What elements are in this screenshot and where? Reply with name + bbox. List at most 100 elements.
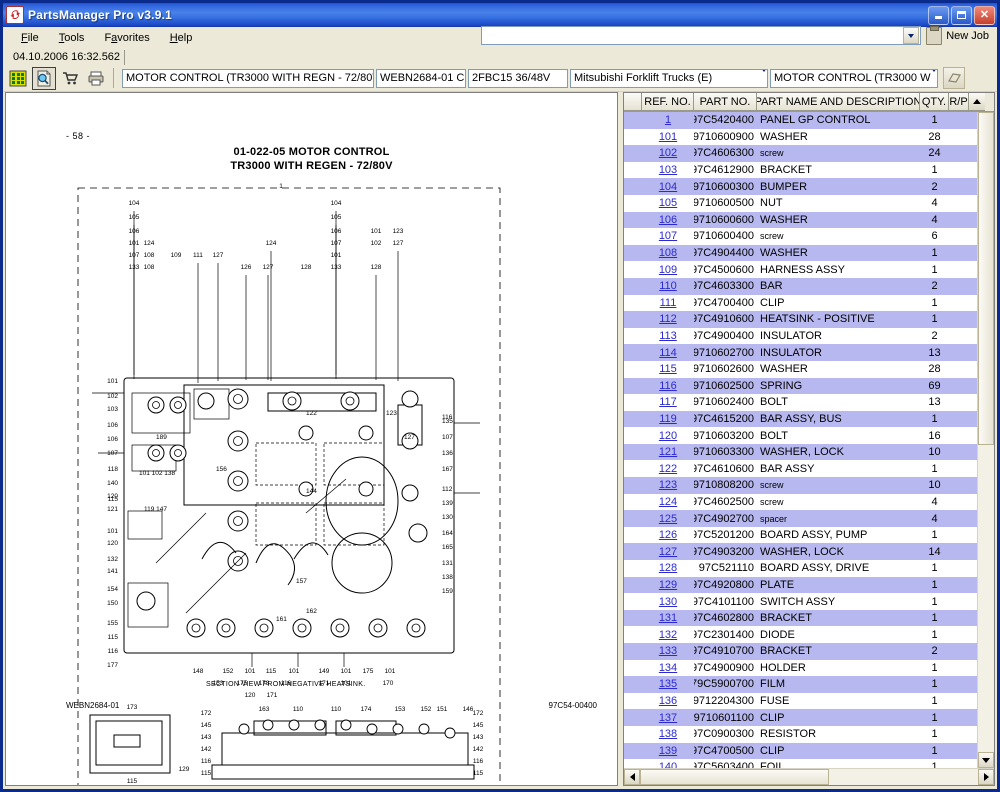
global-search-dropdown-button[interactable]: [903, 27, 920, 44]
cell-ref-no[interactable]: 119: [642, 411, 694, 428]
hscroll-track[interactable]: [640, 769, 978, 785]
table-row[interactable]: 134 97C4900900 HOLDER 1: [624, 660, 977, 677]
table-row[interactable]: 103 97C4612900 BRACKET 1: [624, 162, 977, 179]
cell-ref-no[interactable]: 116: [642, 378, 694, 395]
crumb-model[interactable]: 2FBC15 36/48V: [468, 68, 568, 88]
vscroll-thumb[interactable]: [978, 112, 994, 445]
table-row[interactable]: 120 9710603200 BOLT 16: [624, 427, 977, 444]
table-row[interactable]: 101 9710600900 WASHER 28: [624, 129, 977, 146]
cell-ref-no[interactable]: 137: [642, 709, 694, 726]
cell-ref-no[interactable]: 120: [642, 427, 694, 444]
table-row[interactable]: 119 97C4615200 BAR ASSY, BUS 1: [624, 410, 977, 428]
table-row[interactable]: 131 97C4602800 BRACKET 1: [624, 609, 977, 627]
crumb-assembly[interactable]: MOTOR CONTROL (TR3000 WITH REGN - 72/80V…: [122, 68, 374, 88]
column-header-part-no[interactable]: PART NO.: [694, 93, 757, 111]
table-row[interactable]: 129 97C4920800 PLATE 1: [624, 576, 977, 594]
cell-ref-no[interactable]: 135: [642, 676, 694, 693]
cell-ref-no[interactable]: 134: [642, 660, 694, 677]
shopping-cart-button[interactable]: [58, 67, 82, 90]
table-row[interactable]: 123 9710808200 screw 10: [624, 477, 977, 494]
table-row[interactable]: 137 9710601100 CLIP 1: [624, 709, 977, 726]
table-row[interactable]: 140 97C5603400 FOIL 1: [624, 759, 977, 768]
column-header-rp[interactable]: R/P: [949, 93, 969, 111]
table-row[interactable]: 115 9710602600 WASHER 28: [624, 361, 977, 378]
cell-ref-no[interactable]: 139: [642, 743, 694, 760]
table-row[interactable]: 110 97C4603300 BAR 2: [624, 277, 977, 295]
grid-scroll-up-button[interactable]: [969, 93, 985, 111]
crumb-document[interactable]: WEBN2684-01 C...: [376, 68, 466, 88]
crumb-group[interactable]: MOTOR CONTROL (TR3000 WI: [770, 68, 938, 88]
cell-ref-no[interactable]: 125: [642, 510, 694, 527]
cell-ref-no[interactable]: 124: [642, 494, 694, 511]
cell-ref-no[interactable]: 138: [642, 726, 694, 743]
table-row[interactable]: 121 9710603300 WASHER, LOCK 10: [624, 443, 977, 461]
catalog-grid-button[interactable]: [6, 67, 30, 90]
cell-ref-no[interactable]: 104: [642, 178, 694, 195]
menu-file[interactable]: FFileile: [11, 30, 49, 46]
job-tab-timestamp[interactable]: 04.10.2006 16:32.562: [11, 50, 126, 65]
cell-ref-no[interactable]: 107: [642, 228, 694, 245]
table-row[interactable]: 114 9710602700 INSULATOR 13: [624, 344, 977, 361]
crumb-manufacturer[interactable]: Mitsubishi Forklift Trucks (E): [570, 68, 768, 88]
crumb-group-dropdown-button[interactable]: [931, 69, 937, 84]
cell-ref-no[interactable]: 127: [642, 543, 694, 560]
table-row[interactable]: 112 97C4910600 HEATSINK - POSITIVE 1: [624, 311, 977, 328]
table-row[interactable]: 124 97C4602500 screw 4: [624, 494, 977, 511]
crumb-manufacturer-dropdown-button[interactable]: [761, 69, 767, 84]
table-row[interactable]: 133 97C4910700 BRACKET 2: [624, 643, 977, 660]
table-row[interactable]: 109 97C4500600 HARNESS ASSY 1: [624, 261, 977, 278]
hscroll-right-button[interactable]: [978, 769, 994, 785]
cell-ref-no[interactable]: 105: [642, 195, 694, 212]
table-row[interactable]: 139 97C4700500 CLIP 1: [624, 742, 977, 760]
parts-horizontal-scrollbar[interactable]: [624, 768, 994, 785]
global-search-combo[interactable]: [481, 26, 922, 45]
cell-ref-no[interactable]: 130: [642, 593, 694, 610]
cell-ref-no[interactable]: 117: [642, 394, 694, 411]
vscroll-track[interactable]: [978, 112, 994, 752]
table-row[interactable]: 113 97C4900400 INSULATOR 2: [624, 328, 977, 345]
table-row[interactable]: 108 97C4904400 WASHER 1: [624, 244, 977, 262]
minimize-button[interactable]: [928, 5, 949, 25]
table-row[interactable]: 116 9710602500 SPRING 69: [624, 377, 977, 395]
column-header-part-name[interactable]: PART NAME AND DESCRIPTION: [757, 93, 920, 111]
menu-favorites[interactable]: Favorites: [94, 30, 159, 46]
print-button[interactable]: [84, 67, 108, 90]
table-row[interactable]: 117 9710602400 BOLT 13: [624, 394, 977, 411]
hscroll-left-button[interactable]: [624, 769, 640, 785]
cell-ref-no[interactable]: 140: [642, 759, 694, 768]
close-button[interactable]: ✕: [974, 5, 995, 25]
cell-ref-no[interactable]: 122: [642, 460, 694, 477]
vscroll-down-button[interactable]: [978, 752, 994, 768]
table-row[interactable]: 106 9710600600 WASHER 4: [624, 211, 977, 229]
cell-ref-no[interactable]: 115: [642, 361, 694, 378]
cell-ref-no[interactable]: 106: [642, 212, 694, 229]
cell-ref-no[interactable]: 111: [642, 295, 694, 312]
search-picture-button[interactable]: [32, 66, 56, 90]
cell-ref-no[interactable]: 109: [642, 261, 694, 278]
cell-ref-no[interactable]: 121: [642, 444, 694, 461]
table-row[interactable]: 125 97C4902700 spacer 4: [624, 510, 977, 527]
table-row[interactable]: 1 97C5420400 PANEL GP CONTROL 1: [624, 112, 977, 129]
menu-help[interactable]: Help: [160, 30, 203, 46]
table-row[interactable]: 128 97C521110 BOARD ASSY, DRIVE 1: [624, 560, 977, 577]
table-row[interactable]: 126 97C5201200 BOARD ASSY, PUMP 1: [624, 527, 977, 544]
parts-table-body[interactable]: 1 97C5420400 PANEL GP CONTROL 1 101 971060090…: [624, 112, 977, 768]
cell-ref-no[interactable]: 103: [642, 162, 694, 179]
cell-ref-no[interactable]: 114: [642, 344, 694, 361]
column-header-ref-no[interactable]: REF. NO.: [642, 93, 694, 111]
cell-ref-no[interactable]: 136: [642, 693, 694, 710]
parts-vertical-scrollbar[interactable]: [977, 112, 994, 768]
rotate-view-button[interactable]: [943, 67, 965, 89]
cell-ref-no[interactable]: 113: [642, 328, 694, 345]
hscroll-thumb[interactable]: [640, 769, 830, 785]
table-row[interactable]: 102 97C4606300 screw 24: [624, 145, 977, 162]
cell-ref-no[interactable]: 123: [642, 477, 694, 494]
cell-ref-no[interactable]: 102: [642, 145, 694, 162]
column-header-qty[interactable]: QTY.: [920, 93, 949, 111]
cell-ref-no[interactable]: 112: [642, 311, 694, 328]
cell-ref-no[interactable]: 131: [642, 610, 694, 627]
table-row[interactable]: 111 97C4700400 CLIP 1: [624, 295, 977, 312]
parts-diagram[interactable]: - 58 - 01-022-05 MOTOR CONTROL TR3000 WI…: [6, 93, 617, 785]
new-job-button[interactable]: New Job: [926, 25, 993, 45]
table-row[interactable]: 138 97C0900300 RESISTOR 1: [624, 726, 977, 743]
